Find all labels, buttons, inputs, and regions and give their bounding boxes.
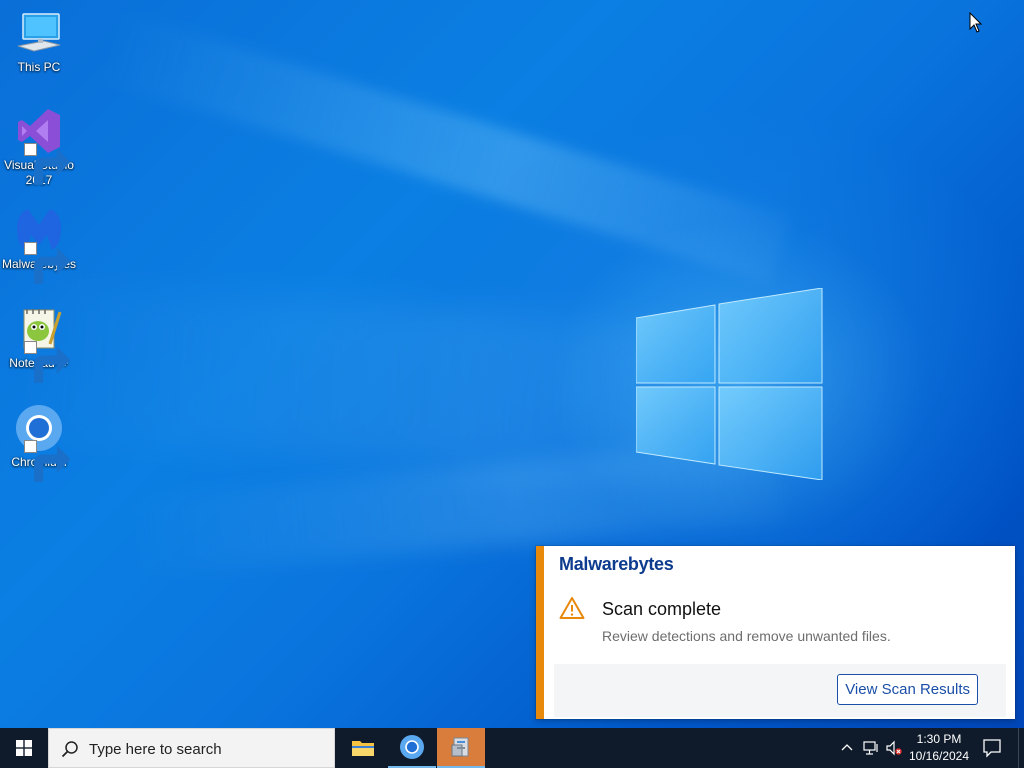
windows-start-icon [16,740,32,756]
taskbar-app-file-explorer[interactable] [339,728,387,768]
desktop-icon-chromium[interactable]: Chromium [2,403,76,482]
light-beam [100,11,791,284]
shortcut-arrow-icon [24,242,71,284]
notification-title: Scan complete [602,599,722,619]
warning-icon [559,597,585,619]
desktop-icon-malwarebytes[interactable]: Malwarebytes [2,205,76,284]
mouse-cursor-icon [969,12,983,33]
shortcut-arrow-icon [24,341,71,383]
desktop-icon-this-pc[interactable]: This PC [2,8,76,75]
malwarebytes-logo: Malwarebytes [559,554,674,574]
network-icon[interactable] [863,740,879,756]
search-icon [61,741,78,758]
show-hidden-icons-chevron-icon[interactable] [839,740,855,756]
windows-logo-wallpaper [636,288,823,480]
start-button[interactable] [0,728,48,768]
taskbar-app-installer[interactable] [437,728,485,768]
computer-icon [17,13,61,52]
volume-muted-icon[interactable] [886,740,902,756]
desktop-icon-visual-studio[interactable]: Visual Studio 2017 [2,106,76,188]
notification-footer: View Scan Results [554,664,1006,717]
taskbar-app-chromium[interactable] [388,728,436,768]
taskbar-search-box[interactable]: Type here to search [48,728,335,768]
clock-time: 1:30 PM [916,732,962,746]
notification-body: Review detections and remove unwanted fi… [602,628,891,644]
view-scan-results-button[interactable]: View Scan Results [837,674,978,705]
folder-icon [352,741,374,756]
show-desktop-button[interactable] [1018,728,1024,768]
chromium-icon [400,735,424,759]
search-placeholder: Type here to search [89,741,222,758]
taskbar-clock[interactable]: 1:30 PM 10/16/2024 [905,731,973,765]
taskbar: Type here to search 1:30 PM 10/16/2024 [0,728,1024,768]
clock-date: 10/16/2024 [908,749,970,763]
shortcut-arrow-icon [24,143,71,185]
action-center-icon[interactable] [982,738,1002,758]
shortcut-arrow-icon [24,440,71,482]
desktop-icon-label: This PC [17,60,61,74]
installer-icon [451,737,469,757]
malwarebytes-notification[interactable]: Malwarebytes Scan complete Review detect… [536,546,1015,719]
desktop-icon-notepadpp[interactable]: Notepad++ [2,304,76,383]
notification-accent-bar [536,546,544,719]
desktop-background: This PC Visual Studio 2017 Malwarebytes [0,0,1024,728]
